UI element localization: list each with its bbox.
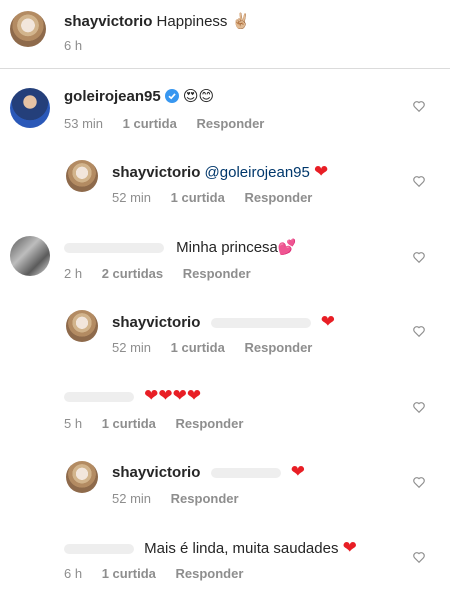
heart-emoji: ❤ bbox=[342, 538, 357, 558]
comment-text: 😍😊 bbox=[182, 87, 215, 105]
reply-button[interactable]: Responder bbox=[183, 266, 251, 281]
comment-row: ❤❤❤❤ 5 h 1 curtida Responder bbox=[0, 380, 450, 440]
like-heart-icon[interactable] bbox=[412, 324, 426, 338]
comment-time: 53 min bbox=[64, 116, 104, 131]
like-heart-icon[interactable] bbox=[412, 250, 426, 264]
reply-row: shayvictorio @goleirojean95 ❤ 52 min 1 c… bbox=[0, 154, 450, 214]
reply-button[interactable]: Responder bbox=[171, 491, 239, 506]
like-heart-icon[interactable] bbox=[412, 174, 426, 188]
two-hearts-emoji: 💕 bbox=[277, 238, 297, 256]
reply-button[interactable]: Responder bbox=[196, 116, 264, 131]
comment-row: Minha princesa💕 2 h 2 curtidas Responder bbox=[0, 230, 450, 290]
like-heart-icon[interactable] bbox=[412, 400, 426, 414]
comment-line: goleirojean95 😍😊 bbox=[64, 87, 214, 106]
comment-time: 6 h bbox=[64, 566, 83, 581]
comment-text: ❤ bbox=[320, 312, 335, 332]
comment-text: ❤ bbox=[314, 162, 329, 182]
reply-button[interactable]: Responder bbox=[176, 566, 244, 581]
comment-line: ❤❤❤❤ bbox=[64, 387, 201, 406]
verified-badge-icon bbox=[164, 89, 179, 103]
reply-row: shayvictorio ❤ 52 min 1 curtida Responde… bbox=[0, 304, 450, 364]
like-heart-icon[interactable] bbox=[412, 99, 426, 113]
avatar[interactable] bbox=[10, 88, 50, 128]
likes-count[interactable]: 1 curtida bbox=[102, 566, 156, 581]
victory-hand-emoji: ✌🏼 bbox=[231, 12, 251, 30]
comment-text: ❤❤❤❤ bbox=[144, 386, 202, 406]
avatar[interactable] bbox=[66, 461, 98, 493]
blurred-mention bbox=[210, 468, 281, 479]
avatar[interactable] bbox=[10, 236, 50, 276]
comment-meta: 52 min Responder bbox=[112, 491, 255, 506]
caption-line: shayvictorio Happiness ✌🏼 bbox=[64, 12, 250, 31]
comment-text: Mais é linda, muita saudades bbox=[144, 540, 339, 557]
reply-row: shayvictorio ❤ 52 min Responder bbox=[0, 455, 450, 515]
caption-time: 6 h bbox=[64, 38, 83, 53]
blurred-username bbox=[64, 544, 134, 555]
comment-text: ❤ bbox=[290, 462, 305, 482]
comment-line: shayvictorio ❤ bbox=[112, 463, 305, 482]
comment-meta: 53 min 1 curtida Responder bbox=[64, 116, 280, 131]
blurred-username bbox=[64, 243, 164, 254]
comment-username[interactable]: shayvictorio bbox=[112, 164, 200, 181]
like-heart-icon[interactable] bbox=[412, 475, 426, 489]
comment-line: shayvictorio @goleirojean95 ❤ bbox=[112, 163, 328, 182]
comment-time: 2 h bbox=[64, 266, 83, 281]
comment-time: 52 min bbox=[112, 190, 152, 205]
avatar[interactable] bbox=[66, 160, 98, 192]
post-caption: shayvictorio Happiness ✌🏼 6 h bbox=[0, 0, 450, 69]
comment-username[interactable]: shayvictorio bbox=[112, 314, 200, 331]
blurred-username bbox=[64, 392, 134, 403]
avatar[interactable] bbox=[66, 310, 98, 342]
comment-time: 5 h bbox=[64, 416, 83, 431]
comment-meta: 2 h 2 curtidas Responder bbox=[64, 266, 267, 281]
comment-line: shayvictorio ❤ bbox=[112, 313, 335, 332]
comment-meta: 52 min 1 curtida Responder bbox=[112, 190, 328, 205]
caption-text: Happiness bbox=[156, 13, 228, 30]
comment-username[interactable]: goleirojean95 bbox=[64, 88, 161, 105]
comment-time: 52 min bbox=[112, 491, 152, 506]
comment-line: Mais é linda, muita saudades ❤ bbox=[64, 539, 357, 558]
reply-button[interactable]: Responder bbox=[244, 190, 312, 205]
comment-username[interactable]: shayvictorio bbox=[112, 464, 200, 481]
comment-meta: 5 h 1 curtida Responder bbox=[64, 416, 259, 431]
reply-button[interactable]: Responder bbox=[244, 340, 312, 355]
comment-row: Mais é linda, muita saudades ❤ 6 h 1 cur… bbox=[0, 530, 450, 590]
likes-count[interactable]: 1 curtida bbox=[171, 190, 225, 205]
blurred-mention bbox=[210, 318, 311, 329]
likes-count[interactable]: 2 curtidas bbox=[102, 266, 163, 281]
like-heart-icon[interactable] bbox=[412, 550, 426, 564]
comment-text: Minha princesa bbox=[176, 239, 278, 256]
mention-link[interactable]: @goleirojean95 bbox=[205, 164, 310, 181]
comment-row: goleirojean95 😍😊 53 min 1 curtida Respon… bbox=[0, 82, 450, 142]
likes-count[interactable]: 1 curtida bbox=[123, 116, 177, 131]
likes-count[interactable]: 1 curtida bbox=[171, 340, 225, 355]
avatar[interactable] bbox=[10, 11, 46, 47]
comment-meta: 6 h 1 curtida Responder bbox=[64, 566, 259, 581]
likes-count[interactable]: 1 curtida bbox=[102, 416, 156, 431]
caption-username[interactable]: shayvictorio bbox=[64, 13, 152, 30]
comment-line: Minha princesa💕 bbox=[64, 238, 297, 257]
comment-meta: 52 min 1 curtida Responder bbox=[112, 340, 328, 355]
reply-button[interactable]: Responder bbox=[176, 416, 244, 431]
comment-time: 52 min bbox=[112, 340, 152, 355]
